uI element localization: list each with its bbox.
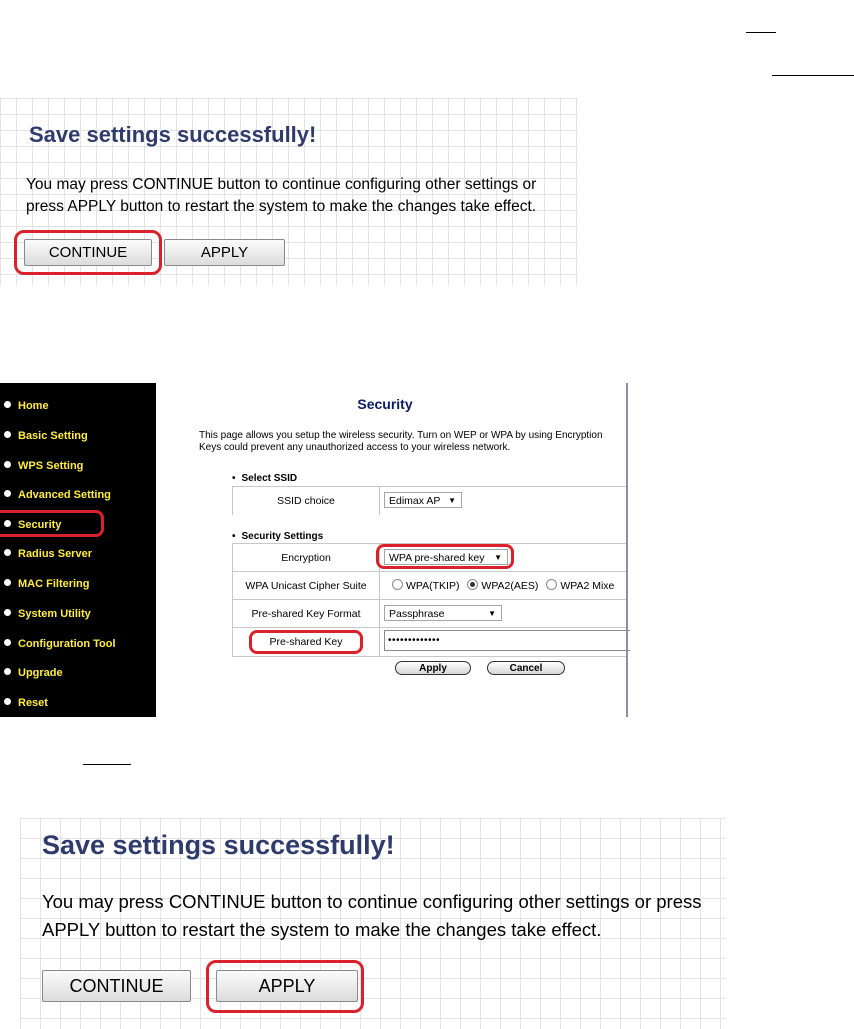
encryption-label: Encryption [232,544,380,572]
ssid-choice-row: SSID choice Edimax AP ▼ [232,486,626,515]
key-format-label: Pre-shared Key Format [232,600,380,628]
cipher-suite-label: WPA Unicast Cipher Suite [232,572,380,600]
security-settings-heading: Security Settings [232,531,324,542]
save-dialog-title: Save settings successfully! [42,830,395,860]
sidebar-nav: Home Basic Setting WPS Setting Advanced … [0,383,156,717]
apply-button[interactable]: APPLY [164,239,285,266]
document-underline-2 [772,75,854,76]
save-dialog-top: Save settings successfully! You may pres… [0,98,578,285]
sidebar-item-home[interactable]: Home [4,397,49,415]
cipher-mixed-radio[interactable] [546,579,558,590]
save-dialog-message: You may press CONTINUE button to continu… [42,891,702,940]
security-page: Home Basic Setting WPS Setting Advanced … [0,383,630,717]
cipher-aes-radio[interactable] [467,579,479,590]
bullet-icon [4,461,11,468]
bullet-icon [4,490,11,497]
cipher-suite-row: WPA Unicast Cipher Suite WPA(TKIP) WPA2(… [232,571,626,600]
key-format-row: Pre-shared Key Format Passphrase ▼ [232,599,626,628]
bullet-icon [4,431,11,438]
apply-highlight [206,960,364,1013]
select-ssid-heading: Select SSID [232,473,298,484]
continue-highlight [14,230,162,275]
bullet-icon [4,549,11,556]
chevron-down-icon: ▼ [488,609,496,618]
bullet-icon [4,668,11,675]
preshared-key-highlight [249,630,363,654]
ssid-choice-label: SSID choice [232,487,380,515]
security-nav-highlight [0,510,104,537]
key-format-select[interactable]: Passphrase ▼ [384,605,502,621]
sidebar-item-basic-setting[interactable]: Basic Setting [4,427,88,445]
sidebar-item-configuration-tool[interactable]: Configuration Tool [4,635,116,653]
document-underline-1 [746,32,776,33]
page-title: Security [357,396,413,412]
apply-button[interactable]: Apply [395,661,471,675]
sidebar-item-wps-setting[interactable]: WPS Setting [4,457,83,475]
sidebar-item-advanced-setting[interactable]: Advanced Setting [4,486,111,504]
save-dialog-title: Save settings successfully! [29,122,317,147]
cipher-tkip-radio[interactable] [392,579,403,590]
bullet-icon [4,698,11,705]
sidebar-item-radius-server[interactable]: Radius Server [4,545,92,563]
bullet-icon [4,609,11,616]
content-border [626,383,628,717]
preshared-key-input[interactable]: ••••••••••••• [384,630,630,651]
ssid-choice-select[interactable]: Edimax AP ▼ [384,492,462,508]
cancel-button[interactable]: Cancel [487,661,565,675]
chevron-down-icon: ▼ [448,496,456,505]
document-underline-3 [83,764,131,765]
save-dialog-bottom: Save settings successfully! You may pres… [20,818,725,1029]
page-description: This page allows you setup the wireless … [199,430,603,453]
sidebar-item-upgrade[interactable]: Upgrade [4,664,63,682]
bullet-icon [4,579,11,586]
sidebar-item-system-utility[interactable]: System Utility [4,605,91,623]
encryption-highlight [376,544,514,569]
sidebar-item-reset[interactable]: Reset [4,694,48,712]
save-dialog-message: You may press CONTINUE button to continu… [26,176,537,215]
sidebar-item-mac-filtering[interactable]: MAC Filtering [4,575,90,593]
continue-button[interactable]: CONTINUE [42,970,191,1002]
bullet-icon [4,401,11,408]
bullet-icon [4,639,11,646]
